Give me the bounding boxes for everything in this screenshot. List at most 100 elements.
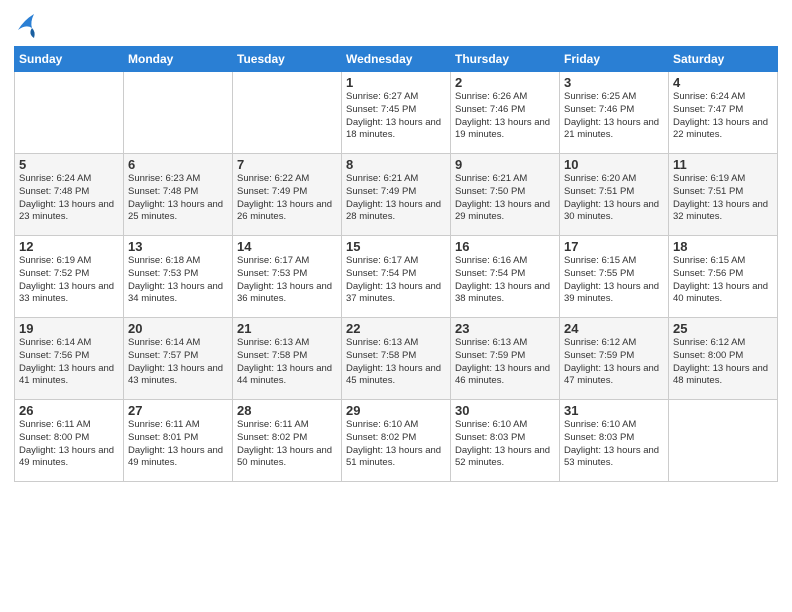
weekday-header-monday: Monday	[124, 47, 233, 72]
day-number: 29	[346, 403, 446, 418]
weekday-header-sunday: Sunday	[15, 47, 124, 72]
weekday-header-thursday: Thursday	[451, 47, 560, 72]
day-info: Sunrise: 6:13 AM Sunset: 7:58 PM Dayligh…	[237, 337, 337, 388]
day-info: Sunrise: 6:11 AM Sunset: 8:01 PM Dayligh…	[128, 419, 228, 470]
calendar-cell: 17Sunrise: 6:15 AM Sunset: 7:55 PM Dayli…	[560, 236, 669, 318]
day-info: Sunrise: 6:17 AM Sunset: 7:53 PM Dayligh…	[237, 255, 337, 306]
logo	[14, 10, 38, 38]
day-number: 26	[19, 403, 119, 418]
day-number: 15	[346, 239, 446, 254]
day-info: Sunrise: 6:24 AM Sunset: 7:48 PM Dayligh…	[19, 173, 119, 224]
day-number: 20	[128, 321, 228, 336]
day-info: Sunrise: 6:12 AM Sunset: 8:00 PM Dayligh…	[673, 337, 773, 388]
calendar-cell: 6Sunrise: 6:23 AM Sunset: 7:48 PM Daylig…	[124, 154, 233, 236]
calendar-cell	[669, 400, 778, 482]
day-info: Sunrise: 6:18 AM Sunset: 7:53 PM Dayligh…	[128, 255, 228, 306]
calendar-cell: 24Sunrise: 6:12 AM Sunset: 7:59 PM Dayli…	[560, 318, 669, 400]
calendar-cell: 10Sunrise: 6:20 AM Sunset: 7:51 PM Dayli…	[560, 154, 669, 236]
weekday-header-row: SundayMondayTuesdayWednesdayThursdayFrid…	[15, 47, 778, 72]
day-info: Sunrise: 6:24 AM Sunset: 7:47 PM Dayligh…	[673, 91, 773, 142]
calendar-cell: 26Sunrise: 6:11 AM Sunset: 8:00 PM Dayli…	[15, 400, 124, 482]
day-number: 19	[19, 321, 119, 336]
week-row-4: 19Sunrise: 6:14 AM Sunset: 7:56 PM Dayli…	[15, 318, 778, 400]
day-number: 5	[19, 157, 119, 172]
calendar-page: SundayMondayTuesdayWednesdayThursdayFrid…	[0, 0, 792, 612]
day-number: 2	[455, 75, 555, 90]
day-number: 14	[237, 239, 337, 254]
calendar-cell: 18Sunrise: 6:15 AM Sunset: 7:56 PM Dayli…	[669, 236, 778, 318]
day-number: 13	[128, 239, 228, 254]
day-info: Sunrise: 6:22 AM Sunset: 7:49 PM Dayligh…	[237, 173, 337, 224]
week-row-1: 1Sunrise: 6:27 AM Sunset: 7:45 PM Daylig…	[15, 72, 778, 154]
day-info: Sunrise: 6:13 AM Sunset: 7:58 PM Dayligh…	[346, 337, 446, 388]
day-number: 7	[237, 157, 337, 172]
calendar-cell: 4Sunrise: 6:24 AM Sunset: 7:47 PM Daylig…	[669, 72, 778, 154]
calendar-cell	[124, 72, 233, 154]
calendar-cell: 28Sunrise: 6:11 AM Sunset: 8:02 PM Dayli…	[233, 400, 342, 482]
day-number: 3	[564, 75, 664, 90]
day-info: Sunrise: 6:15 AM Sunset: 7:55 PM Dayligh…	[564, 255, 664, 306]
day-info: Sunrise: 6:12 AM Sunset: 7:59 PM Dayligh…	[564, 337, 664, 388]
day-info: Sunrise: 6:19 AM Sunset: 7:51 PM Dayligh…	[673, 173, 773, 224]
calendar-cell: 2Sunrise: 6:26 AM Sunset: 7:46 PM Daylig…	[451, 72, 560, 154]
day-number: 27	[128, 403, 228, 418]
day-number: 17	[564, 239, 664, 254]
calendar-cell	[15, 72, 124, 154]
day-number: 25	[673, 321, 773, 336]
calendar-cell: 9Sunrise: 6:21 AM Sunset: 7:50 PM Daylig…	[451, 154, 560, 236]
logo-bird-icon	[16, 10, 38, 38]
calendar-cell: 25Sunrise: 6:12 AM Sunset: 8:00 PM Dayli…	[669, 318, 778, 400]
day-number: 21	[237, 321, 337, 336]
day-info: Sunrise: 6:27 AM Sunset: 7:45 PM Dayligh…	[346, 91, 446, 142]
day-number: 22	[346, 321, 446, 336]
weekday-header-wednesday: Wednesday	[342, 47, 451, 72]
day-info: Sunrise: 6:20 AM Sunset: 7:51 PM Dayligh…	[564, 173, 664, 224]
day-info: Sunrise: 6:21 AM Sunset: 7:49 PM Dayligh…	[346, 173, 446, 224]
calendar-table: SundayMondayTuesdayWednesdayThursdayFrid…	[14, 46, 778, 482]
weekday-header-tuesday: Tuesday	[233, 47, 342, 72]
week-row-3: 12Sunrise: 6:19 AM Sunset: 7:52 PM Dayli…	[15, 236, 778, 318]
day-number: 10	[564, 157, 664, 172]
header	[14, 10, 778, 38]
calendar-cell: 11Sunrise: 6:19 AM Sunset: 7:51 PM Dayli…	[669, 154, 778, 236]
day-info: Sunrise: 6:15 AM Sunset: 7:56 PM Dayligh…	[673, 255, 773, 306]
day-number: 6	[128, 157, 228, 172]
calendar-cell: 8Sunrise: 6:21 AM Sunset: 7:49 PM Daylig…	[342, 154, 451, 236]
calendar-cell: 29Sunrise: 6:10 AM Sunset: 8:02 PM Dayli…	[342, 400, 451, 482]
day-info: Sunrise: 6:10 AM Sunset: 8:02 PM Dayligh…	[346, 419, 446, 470]
day-info: Sunrise: 6:26 AM Sunset: 7:46 PM Dayligh…	[455, 91, 555, 142]
day-number: 12	[19, 239, 119, 254]
day-info: Sunrise: 6:25 AM Sunset: 7:46 PM Dayligh…	[564, 91, 664, 142]
day-number: 28	[237, 403, 337, 418]
calendar-cell: 20Sunrise: 6:14 AM Sunset: 7:57 PM Dayli…	[124, 318, 233, 400]
day-number: 16	[455, 239, 555, 254]
day-info: Sunrise: 6:11 AM Sunset: 8:00 PM Dayligh…	[19, 419, 119, 470]
day-number: 9	[455, 157, 555, 172]
day-info: Sunrise: 6:13 AM Sunset: 7:59 PM Dayligh…	[455, 337, 555, 388]
weekday-header-saturday: Saturday	[669, 47, 778, 72]
day-info: Sunrise: 6:10 AM Sunset: 8:03 PM Dayligh…	[455, 419, 555, 470]
calendar-cell: 13Sunrise: 6:18 AM Sunset: 7:53 PM Dayli…	[124, 236, 233, 318]
day-number: 18	[673, 239, 773, 254]
day-info: Sunrise: 6:17 AM Sunset: 7:54 PM Dayligh…	[346, 255, 446, 306]
calendar-cell: 21Sunrise: 6:13 AM Sunset: 7:58 PM Dayli…	[233, 318, 342, 400]
calendar-cell: 30Sunrise: 6:10 AM Sunset: 8:03 PM Dayli…	[451, 400, 560, 482]
day-info: Sunrise: 6:11 AM Sunset: 8:02 PM Dayligh…	[237, 419, 337, 470]
day-info: Sunrise: 6:14 AM Sunset: 7:56 PM Dayligh…	[19, 337, 119, 388]
weekday-header-friday: Friday	[560, 47, 669, 72]
day-info: Sunrise: 6:21 AM Sunset: 7:50 PM Dayligh…	[455, 173, 555, 224]
day-number: 31	[564, 403, 664, 418]
calendar-cell: 14Sunrise: 6:17 AM Sunset: 7:53 PM Dayli…	[233, 236, 342, 318]
day-number: 1	[346, 75, 446, 90]
calendar-cell: 12Sunrise: 6:19 AM Sunset: 7:52 PM Dayli…	[15, 236, 124, 318]
day-number: 23	[455, 321, 555, 336]
calendar-cell: 5Sunrise: 6:24 AM Sunset: 7:48 PM Daylig…	[15, 154, 124, 236]
day-info: Sunrise: 6:10 AM Sunset: 8:03 PM Dayligh…	[564, 419, 664, 470]
calendar-cell: 3Sunrise: 6:25 AM Sunset: 7:46 PM Daylig…	[560, 72, 669, 154]
day-number: 11	[673, 157, 773, 172]
calendar-cell: 7Sunrise: 6:22 AM Sunset: 7:49 PM Daylig…	[233, 154, 342, 236]
calendar-cell: 1Sunrise: 6:27 AM Sunset: 7:45 PM Daylig…	[342, 72, 451, 154]
day-number: 8	[346, 157, 446, 172]
calendar-cell: 15Sunrise: 6:17 AM Sunset: 7:54 PM Dayli…	[342, 236, 451, 318]
day-info: Sunrise: 6:23 AM Sunset: 7:48 PM Dayligh…	[128, 173, 228, 224]
